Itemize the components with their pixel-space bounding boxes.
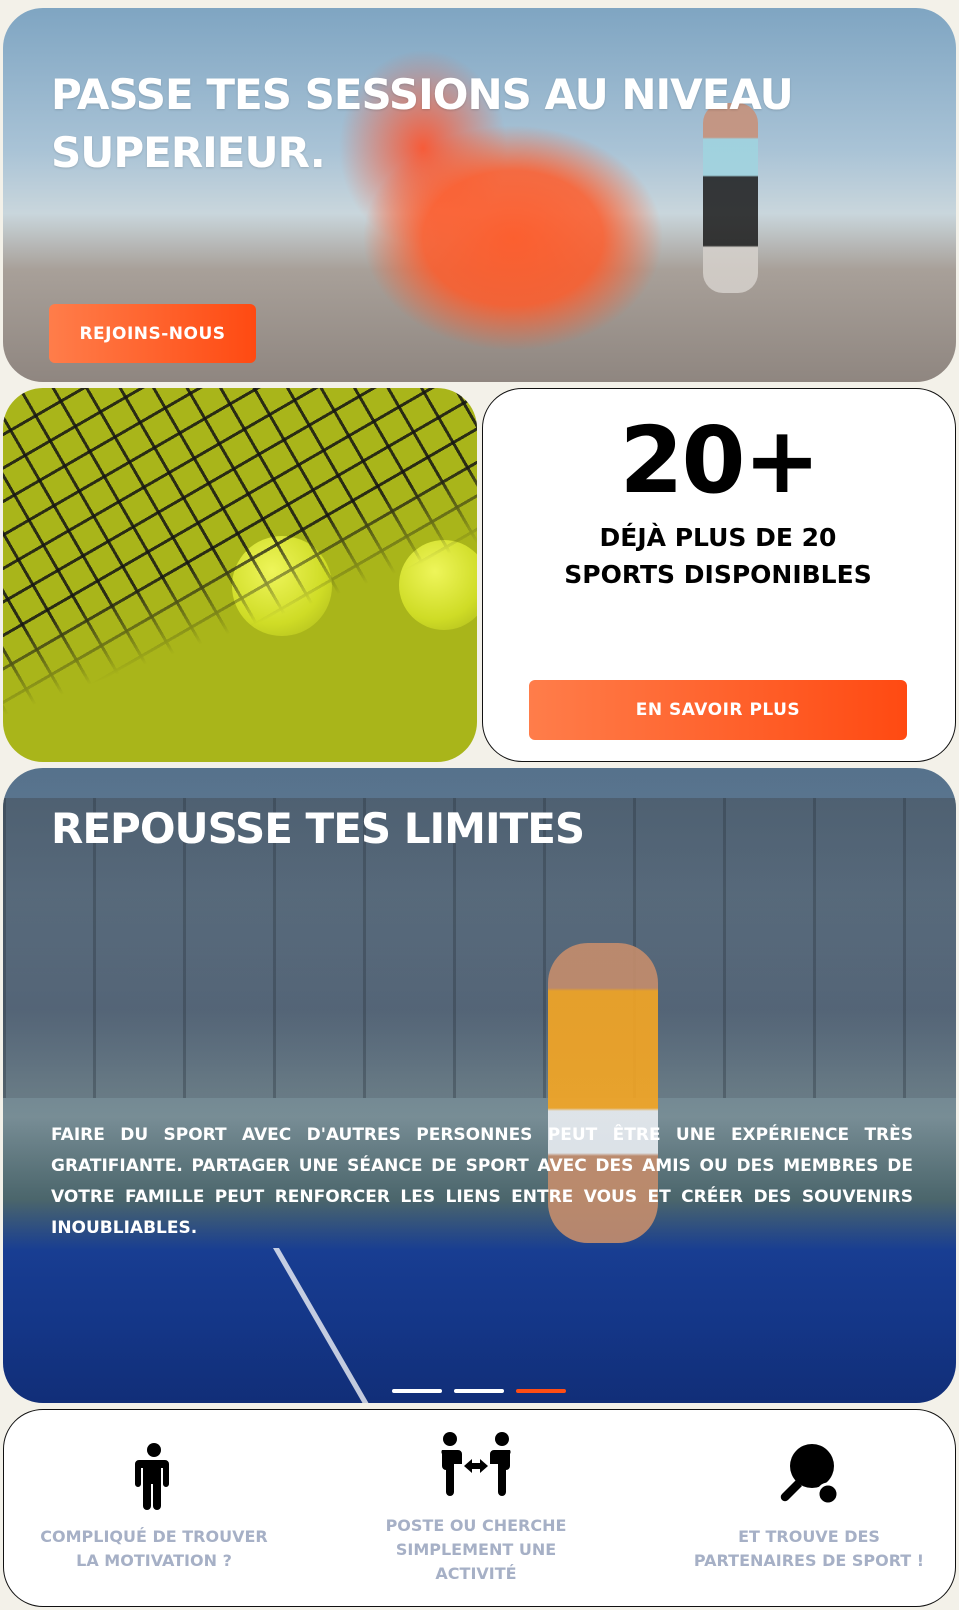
carousel-dot-2[interactable] xyxy=(454,1389,504,1393)
features-card: COMPLIQUÉ DE TROUVER LA MOTIVATION ? POS… xyxy=(3,1409,956,1607)
tennis-net xyxy=(3,388,477,762)
ping-pong-icon xyxy=(780,1444,840,1506)
carousel-dot-1[interactable] xyxy=(392,1389,442,1393)
feature-motivation: COMPLIQUÉ DE TROUVER LA MOTIVATION ? xyxy=(4,1410,304,1606)
feature-label: POSTE OU CHERCHE SIMPLEMENT UNE ACTIVITÉ xyxy=(385,1516,567,1583)
carousel-indicators xyxy=(392,1389,566,1393)
hero-banner: PASSE TES SESSIONS AU NIVEAU SUPERIEUR. … xyxy=(3,8,956,382)
join-button[interactable]: REJOINS-NOUS xyxy=(49,304,256,363)
padel-carousel: REPOUSSE TES LIMITES FAIRE DU SPORT AVEC… xyxy=(3,768,956,1403)
sports-stats-card: 20+ DÉJÀ PLUS DE 20 SPORTS DISPONIBLES E… xyxy=(482,388,956,762)
sports-count: 20+ xyxy=(619,407,820,514)
hero-title: PASSE TES SESSIONS AU NIVEAU SUPERIEUR. xyxy=(51,70,794,177)
carousel-text: FAIRE DU SPORT AVEC D'AUTRES PERSONNES P… xyxy=(51,1125,913,1238)
carousel-dot-3[interactable] xyxy=(516,1389,566,1393)
feature-partners: ET TROUVE DES PARTENAIRES DE SPORT ! xyxy=(659,1410,955,1606)
learn-more-button[interactable]: EN SAVOIR PLUS xyxy=(529,680,907,740)
tennis-net-image xyxy=(3,388,477,762)
feature-activity: POSTE OU CHERCHE SIMPLEMENT UNE ACTIVITÉ xyxy=(326,1410,626,1606)
person-icon xyxy=(135,1443,169,1510)
feature-label: ET TROUVE DES PARTENAIRES DE SPORT ! xyxy=(693,1527,925,1570)
sports-count-description: DÉJÀ PLUS DE 20 SPORTS DISPONIBLES xyxy=(564,523,872,589)
feature-label: COMPLIQUÉ DE TROUVER LA MOTIVATION ? xyxy=(40,1527,268,1570)
people-exchange-icon xyxy=(441,1432,511,1496)
carousel-title: REPOUSSE TES LIMITES xyxy=(51,804,585,853)
court-line xyxy=(273,1248,407,1403)
